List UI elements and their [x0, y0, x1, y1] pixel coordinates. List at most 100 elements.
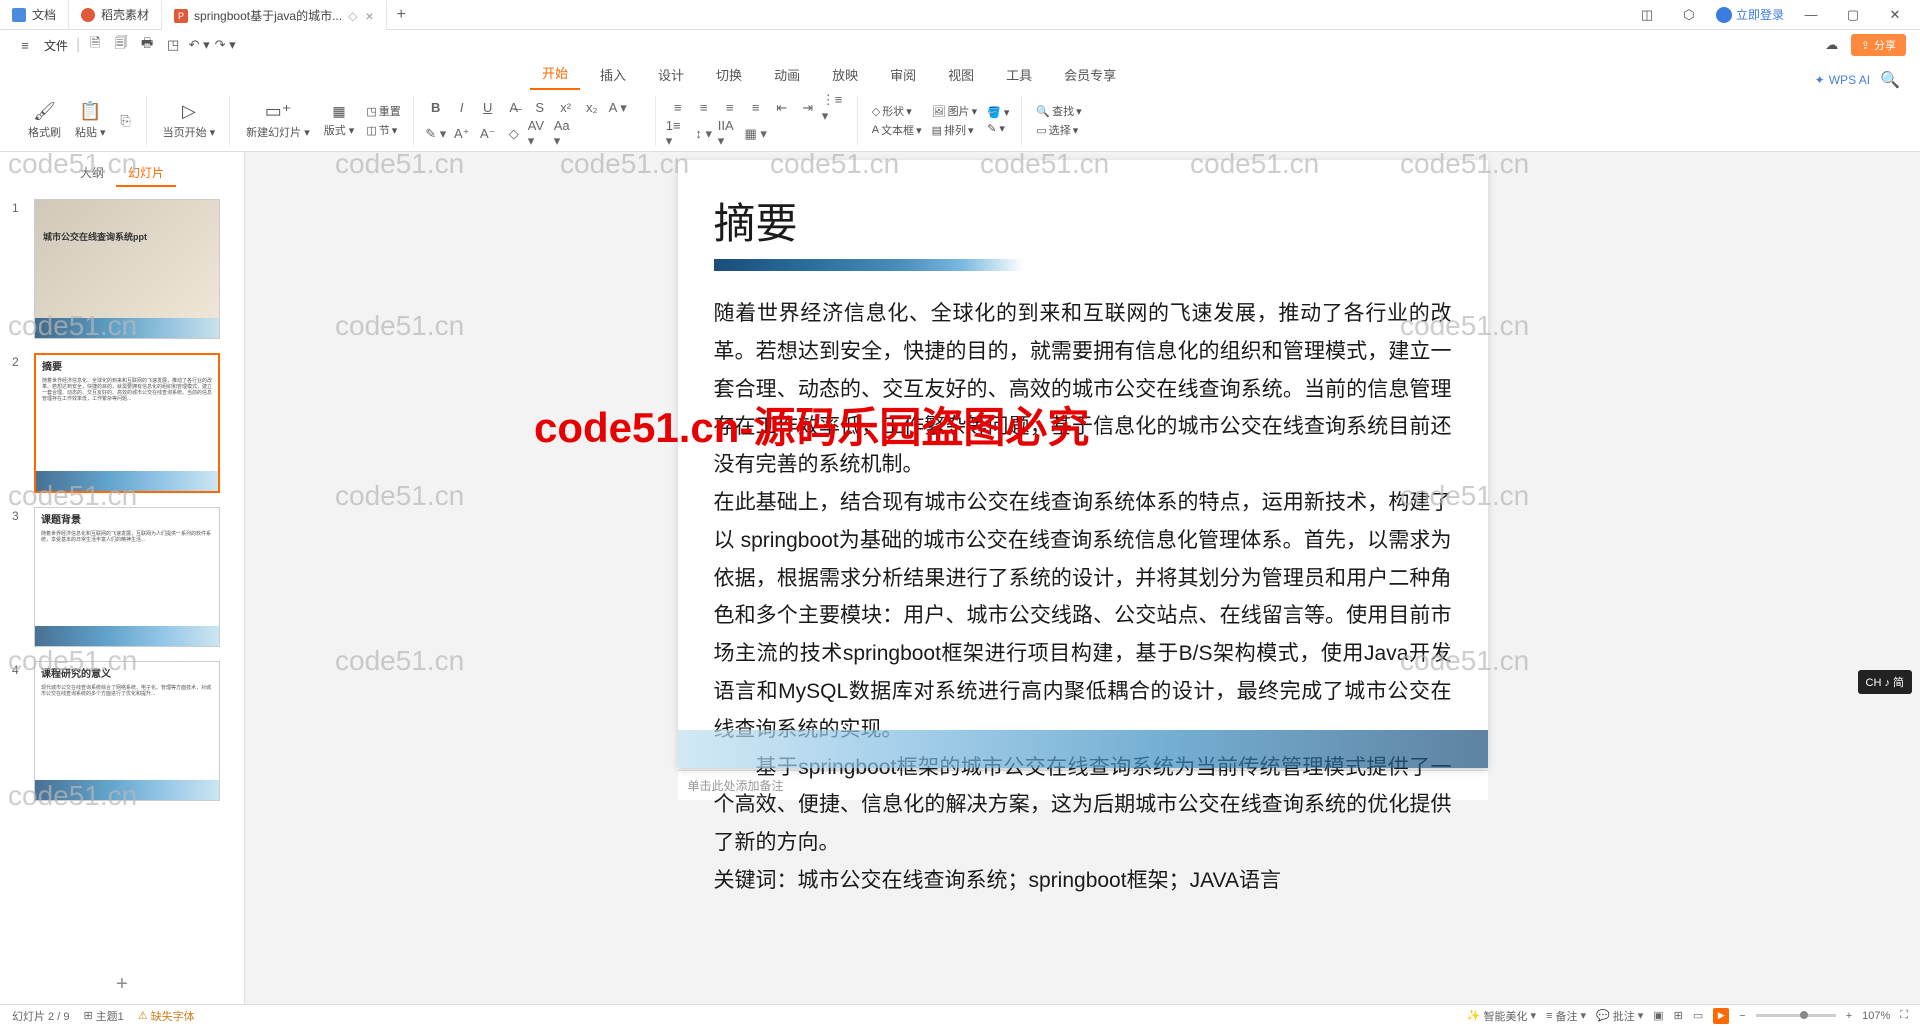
ribbon-tab-vip[interactable]: 会员专享 — [1052, 59, 1128, 90]
file-menu[interactable]: 文件 — [44, 37, 68, 54]
shape-button[interactable]: ◇ 形状 ▾ — [868, 102, 926, 120]
underline-button[interactable]: U — [476, 97, 500, 119]
slide-count[interactable]: 幻灯片 2 / 9 — [12, 1008, 69, 1024]
tab-pin-icon[interactable]: ◇ — [348, 9, 357, 23]
paste-button[interactable]: 📋 粘贴 ▾ — [69, 99, 112, 142]
indent-left-button[interactable]: ⇤ — [770, 97, 794, 119]
redo-icon[interactable]: ↷ ▾ — [214, 34, 236, 56]
numbering-button[interactable]: 1≡ ▾ — [666, 123, 690, 145]
add-tab-button[interactable]: + — [387, 6, 416, 24]
maximize-button[interactable]: ▢ — [1838, 2, 1868, 28]
textbox-button[interactable]: A 文本框 ▾ — [868, 121, 926, 139]
print-icon[interactable]: 🗐 — [110, 34, 132, 56]
missing-font[interactable]: ⚠ 缺失字体 — [138, 1008, 195, 1024]
slides-list[interactable]: 1 城市公交在线查询系统ppt 2 摘要 随着世界经济信息化、全球化的到来和互联… — [0, 191, 244, 965]
change-case-button[interactable]: Aa ▾ — [554, 123, 578, 145]
slide-item-4[interactable]: 4 课程研究的意义 现代城市公交在线查询系统综合了网络系统、电子化、管理等方面技… — [12, 661, 232, 801]
text-direction-button[interactable]: IIA ▾ — [718, 123, 742, 145]
tab-daoke[interactable]: 稻壳素材 — [69, 0, 162, 30]
slideshow-button[interactable]: ▶ — [1713, 1008, 1729, 1024]
font-size-down-button[interactable]: A⁻ — [476, 123, 500, 145]
zoom-in[interactable]: + — [1846, 1010, 1852, 1022]
strikethrough-button[interactable]: S — [528, 97, 552, 119]
fill-button[interactable]: 🪣 ▾ — [983, 105, 1013, 120]
slide-item-3[interactable]: 3 课题背景 随着世界经济信息化和互联网的飞速发展，互联网为人们提供一系列的软件… — [12, 507, 232, 647]
ribbon-tab-review[interactable]: 审阅 — [878, 59, 928, 90]
zoom-slider[interactable] — [1756, 1014, 1836, 1017]
ribbon-tab-insert[interactable]: 插入 — [588, 59, 638, 90]
select-button[interactable]: ▭ 选择 ▾ — [1032, 121, 1085, 139]
slide-title[interactable]: 摘要 — [714, 190, 1452, 251]
highlight-button[interactable]: ✎ ▾ — [424, 123, 448, 145]
clear-format-button[interactable]: ◇ — [502, 123, 526, 145]
share-button[interactable]: ⇪ 分享 — [1851, 34, 1906, 56]
slide-thumbnail[interactable]: 课题背景 随着世界经济信息化和互联网的飞速发展，互联网为人们提供一系列的软件系统… — [34, 507, 220, 647]
outline-tab[interactable]: 大纲 — [68, 160, 116, 187]
strike-button[interactable]: A̶ — [502, 97, 526, 119]
login-button[interactable]: 立即登录 — [1716, 6, 1784, 23]
font-size-up-button[interactable]: A⁺ — [450, 123, 474, 145]
ribbon-tab-transition[interactable]: 切换 — [704, 59, 754, 90]
slide-item-2[interactable]: 2 摘要 随着世界经济信息化、全球化的到来和互联网的飞速发展，推动了各行业的改革… — [12, 353, 232, 493]
tab-docs[interactable]: 文档 — [0, 0, 69, 30]
reset-button[interactable]: ◳ 重置 — [362, 102, 404, 120]
slide-thumbnail[interactable]: 城市公交在线查询系统ppt — [34, 199, 220, 339]
line-spacing-button[interactable]: ↕ ▾ — [692, 123, 716, 145]
section-button[interactable]: ◫ 节 ▾ — [362, 121, 404, 139]
ribbon-tab-view[interactable]: 视图 — [936, 59, 986, 90]
close-button[interactable]: ✕ — [1880, 2, 1910, 28]
zoom-out[interactable]: − — [1739, 1010, 1745, 1022]
notes-toggle[interactable]: ≡ 备注 ▾ — [1546, 1008, 1586, 1024]
fit-button[interactable]: ⛶ — [1900, 1009, 1908, 1022]
smart-beautify[interactable]: ✨ 智能美化 ▾ — [1467, 1008, 1536, 1024]
view-sorter[interactable]: ⊞ — [1674, 1009, 1683, 1022]
ribbon-tab-animation[interactable]: 动画 — [762, 59, 812, 90]
slide-canvas[interactable]: 摘要 随着世界经济信息化、全球化的到来和互联网的飞速发展，推动了各行业的改革。若… — [678, 160, 1488, 768]
undo-icon[interactable]: ↶ ▾ — [188, 34, 210, 56]
ribbon-tab-start[interactable]: 开始 — [530, 57, 580, 90]
ribbon-tab-design[interactable]: 设计 — [646, 59, 696, 90]
outline-button[interactable]: ✎ ▾ — [983, 121, 1013, 136]
canvas-area[interactable]: 摘要 随着世界经济信息化、全球化的到来和互联网的飞速发展，推动了各行业的改革。若… — [245, 152, 1920, 1004]
minimize-button[interactable]: — — [1796, 2, 1826, 28]
copy-icon[interactable]: ⎘ — [114, 110, 138, 132]
window-icon-1[interactable]: ◫ — [1632, 2, 1662, 28]
find-button[interactable]: 🔍 查找 ▾ — [1032, 102, 1085, 120]
align-left-button[interactable]: ≡ — [666, 97, 690, 119]
menu-icon[interactable]: ≡ — [14, 34, 36, 56]
bullets-button[interactable]: ⋮≡ ▾ — [822, 97, 846, 119]
align-center-button[interactable]: ≡ — [692, 97, 716, 119]
sub-button[interactable]: x₂ — [580, 97, 604, 119]
comments-toggle[interactable]: 💬 批注 ▾ — [1596, 1008, 1643, 1024]
search-icon[interactable]: 🔍 — [1880, 70, 1900, 90]
export-icon[interactable]: ◳ — [162, 34, 184, 56]
slide-thumbnail[interactable]: 课程研究的意义 现代城市公交在线查询系统综合了网络系统、电子化、管理等方面技术，… — [34, 661, 220, 801]
window-icon-2[interactable]: ⬡ — [1674, 2, 1704, 28]
format-painter-button[interactable]: 🖌 格式刷 — [22, 99, 67, 142]
super-button[interactable]: x² — [554, 97, 578, 119]
align-justify-button[interactable]: ≡ — [744, 97, 768, 119]
ribbon-tab-slideshow[interactable]: 放映 — [820, 59, 870, 90]
preview-icon[interactable]: 🖶 — [136, 34, 158, 56]
picture-button[interactable]: 🖼 图片 ▾ — [928, 102, 982, 120]
current-page-start-button[interactable]: ▷ 当页开始 ▾ — [157, 99, 222, 142]
font-color-button[interactable]: A ▾ — [606, 97, 630, 119]
slide-body[interactable]: 随着世界经济信息化、全球化的到来和互联网的飞速发展，推动了各行业的改革。若想达到… — [714, 295, 1452, 900]
ribbon-tab-tools[interactable]: 工具 — [994, 59, 1044, 90]
slide-item-1[interactable]: 1 城市公交在线查询系统ppt — [12, 199, 232, 339]
indent-right-button[interactable]: ⇥ — [796, 97, 820, 119]
view-normal[interactable]: ▣ — [1653, 1009, 1663, 1022]
view-reading[interactable]: ▭ — [1693, 1009, 1703, 1022]
save-icon[interactable]: 🗎 — [84, 34, 106, 56]
close-icon[interactable]: × — [365, 8, 373, 24]
align-right-button[interactable]: ≡ — [718, 97, 742, 119]
bold-button[interactable]: B — [424, 97, 448, 119]
zoom-value[interactable]: 107% — [1862, 1010, 1890, 1022]
slide-thumbnail[interactable]: 摘要 随着世界经济信息化、全球化的到来和互联网的飞速发展，推动了各行业的改革。若… — [34, 353, 220, 493]
wps-ai-button[interactable]: ✦ WPS AI — [1815, 73, 1870, 87]
char-spacing-button[interactable]: AV ▾ — [528, 123, 552, 145]
cloud-icon[interactable]: ☁ — [1821, 34, 1843, 56]
slides-tab[interactable]: 幻灯片 — [116, 160, 176, 187]
new-slide-button[interactable]: ▭⁺ 新建幻灯片 ▾ — [240, 99, 316, 142]
layout-button[interactable]: ▦ 版式 ▾ — [318, 101, 361, 140]
